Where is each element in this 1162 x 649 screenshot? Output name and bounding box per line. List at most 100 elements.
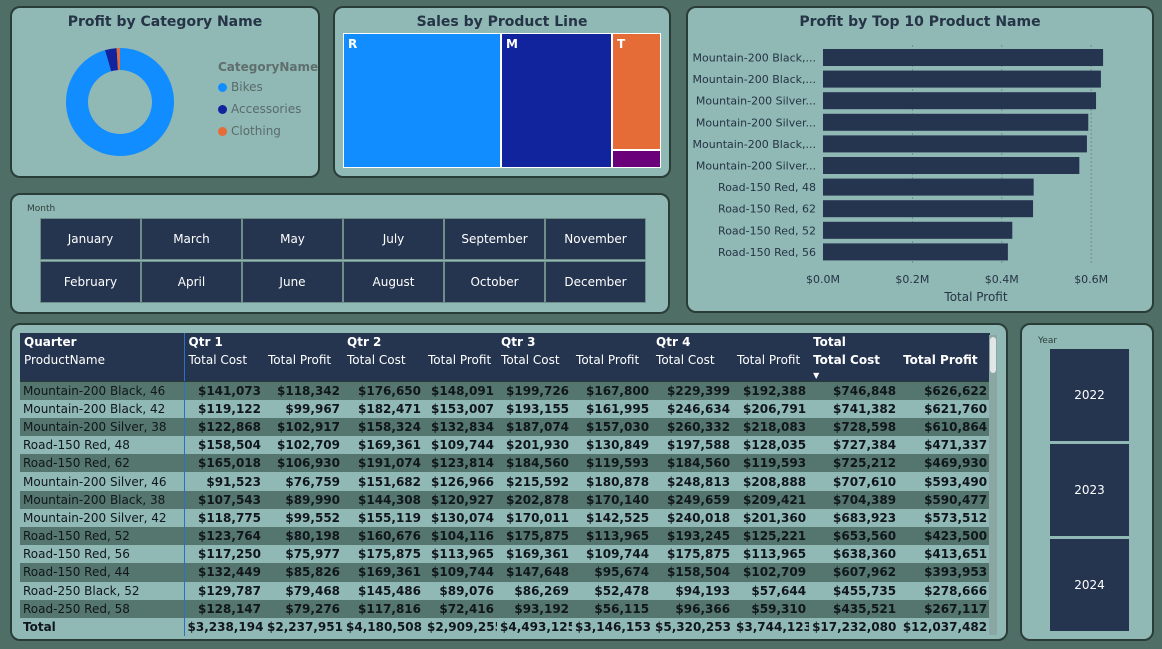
value-cell: $707,610 — [809, 472, 900, 491]
month-button-august[interactable]: August — [343, 261, 444, 303]
year-button-2022[interactable]: 2022 — [1050, 349, 1129, 441]
quarter-column-header[interactable]: Qtr 2 — [343, 333, 498, 351]
grand-total-profit-header[interactable]: Total Profit — [899, 351, 991, 382]
month-button-july[interactable]: July — [343, 218, 444, 260]
value-cell: $621,760 — [899, 399, 991, 418]
table-row[interactable]: Road-150 Red, 52 $123,764 $80,198 $160,676 $… — [20, 527, 991, 546]
treemap-tile-other[interactable] — [612, 150, 661, 168]
month-button-march[interactable]: March — [141, 218, 242, 260]
value-cell: $158,504 — [183, 436, 264, 455]
quarter-header: Quarter — [20, 333, 184, 351]
treemap-tile-t[interactable]: T — [612, 33, 661, 150]
bar-category-label: Mountain-200 Black,... — [693, 138, 816, 151]
month-button-october[interactable]: October — [444, 261, 545, 303]
value-cell: $147,648 — [497, 563, 573, 582]
total-cost-header[interactable]: Total Cost — [497, 351, 573, 382]
legend-item-bikes[interactable]: Bikes — [218, 80, 318, 94]
total-cost-header[interactable]: Total Cost — [343, 351, 425, 382]
value-cell: $75,977 — [264, 545, 344, 564]
value-cell: $229,399 — [652, 381, 734, 400]
quarter-column-header[interactable]: Qtr 4 — [652, 333, 810, 351]
year-button-2024[interactable]: 2024 — [1050, 539, 1129, 631]
value-cell: $169,361 — [343, 436, 425, 455]
bar[interactable] — [823, 157, 1080, 174]
value-cell: $118,775 — [183, 508, 264, 527]
bar[interactable] — [823, 135, 1087, 153]
value-cell: $107,543 — [183, 490, 264, 509]
treemap-label: T — [617, 37, 626, 51]
legend-item-clothing[interactable]: Clothing — [218, 124, 318, 138]
product-name-header[interactable]: ProductName — [20, 351, 184, 382]
table-row[interactable]: Road-150 Red, 44 $132,449 $85,826 $169,361 $… — [20, 563, 991, 582]
bar[interactable] — [823, 178, 1034, 196]
bar-category-label: Mountain-200 Silver... — [696, 160, 816, 173]
bar[interactable] — [823, 200, 1034, 218]
grand-total-cost-header[interactable]: Total Cost ▼ — [809, 351, 900, 382]
scrollbar-thumb[interactable] — [990, 337, 996, 373]
bar-category-label: Mountain-200 Black,... — [693, 52, 816, 65]
total-profit-header[interactable]: Total Profit — [572, 351, 653, 382]
year-button-2023[interactable]: 2023 — [1050, 444, 1129, 536]
table-row[interactable]: Road-250 Red, 58 $128,147 $79,276 $117,816 $… — [20, 599, 991, 618]
bar[interactable] — [823, 243, 1008, 261]
donut-slice-bikes[interactable] — [65, 48, 174, 156]
value-cell: $158,324 — [343, 417, 425, 437]
donut-chart[interactable] — [60, 42, 180, 162]
total-profit-header[interactable]: Total Profit — [733, 351, 810, 382]
bar[interactable] — [823, 113, 1089, 131]
month-button-april[interactable]: April — [141, 261, 242, 303]
value-cell: $610,864 — [899, 417, 991, 437]
bar-chart: $0.0M $0.2M $0.4M $0.6M Mountain-200 Black,.… — [693, 45, 1108, 304]
donut-title: Profit by Category Name — [67, 14, 263, 30]
month-button-november[interactable]: November — [545, 218, 646, 260]
total-profit-header[interactable]: Total Profit — [424, 351, 498, 382]
value-cell: $94,193 — [652, 581, 734, 600]
table-row[interactable]: Road-150 Red, 48 $158,504 $102,709 $169,361… — [20, 436, 991, 455]
legend-item-accessories[interactable]: Accessories — [218, 102, 318, 116]
bar[interactable] — [823, 49, 1104, 66]
total-cost-header[interactable]: Total Cost — [183, 351, 264, 382]
value-cell: $170,011 — [497, 508, 573, 527]
total-profit-header[interactable]: Total Profit — [264, 351, 344, 382]
month-button-may[interactable]: May — [242, 218, 343, 260]
treemap-tile-r[interactable]: R — [343, 33, 501, 168]
month-button-june[interactable]: June — [242, 261, 343, 303]
table-row[interactable]: Mountain-200 Black, 38 $107,543 $89,990 $14… — [20, 490, 991, 509]
month-button-february[interactable]: February — [40, 261, 141, 303]
month-button-january[interactable]: January — [40, 218, 141, 260]
value-cell: $746,848 — [809, 381, 900, 400]
value-cell: $202,878 — [497, 490, 573, 509]
table-row[interactable]: Mountain-200 Silver, 46 $91,523 $76,759 $15… — [20, 472, 991, 491]
table-row[interactable]: Mountain-200 Silver, 38 $122,868 $102,917 $… — [20, 417, 991, 437]
value-cell: $95,674 — [572, 563, 653, 582]
quarter-column-header[interactable]: Qtr 1 — [183, 333, 344, 351]
value-cell: $118,342 — [264, 381, 344, 400]
table-row[interactable]: Road-150 Red, 56 $117,250 $75,977 $175,875 $… — [20, 545, 991, 564]
table-row[interactable]: Mountain-200 Black, 42 $119,122 $99,967 $18… — [20, 399, 991, 418]
table-row[interactable]: Road-250 Black, 52 $129,787 $79,468 $145,48… — [20, 581, 991, 600]
value-cell: $260,332 — [652, 417, 734, 437]
table-row[interactable]: Mountain-200 Black, 46 $141,073 $118,342 $1… — [20, 381, 991, 400]
month-button-september[interactable]: September — [444, 218, 545, 260]
treemap-tile-m[interactable]: M — [501, 33, 612, 168]
value-cell: $161,995 — [572, 399, 653, 418]
value-cell: $175,875 — [652, 545, 734, 564]
value-cell: $59,310 — [733, 599, 810, 618]
total-column-header[interactable]: Total — [809, 333, 991, 351]
quarter-column-header[interactable]: Qtr 3 — [497, 333, 653, 351]
total-cost-header[interactable]: Total Cost — [652, 351, 734, 382]
table-row[interactable]: Mountain-200 Silver, 42 $118,775 $99,552 $1… — [20, 508, 991, 527]
matrix-scrollbar[interactable] — [989, 335, 997, 635]
table-row[interactable]: Road-150 Red, 62 $165,018 $106,930 $191,074… — [20, 454, 991, 473]
bar[interactable] — [823, 221, 1013, 239]
total-value-cell: $2,237,951 — [264, 617, 344, 637]
bar[interactable] — [823, 92, 1097, 110]
value-cell: $215,592 — [497, 472, 573, 491]
sort-descending-icon[interactable]: ▼ — [813, 371, 819, 380]
value-cell: $126,966 — [424, 472, 498, 491]
month-button-december[interactable]: December — [545, 261, 646, 303]
bar-category-label: Road-150 Red, 56 — [718, 246, 816, 259]
value-cell: $248,813 — [652, 472, 734, 491]
value-cell: $113,965 — [572, 527, 653, 546]
bar[interactable] — [823, 70, 1101, 88]
